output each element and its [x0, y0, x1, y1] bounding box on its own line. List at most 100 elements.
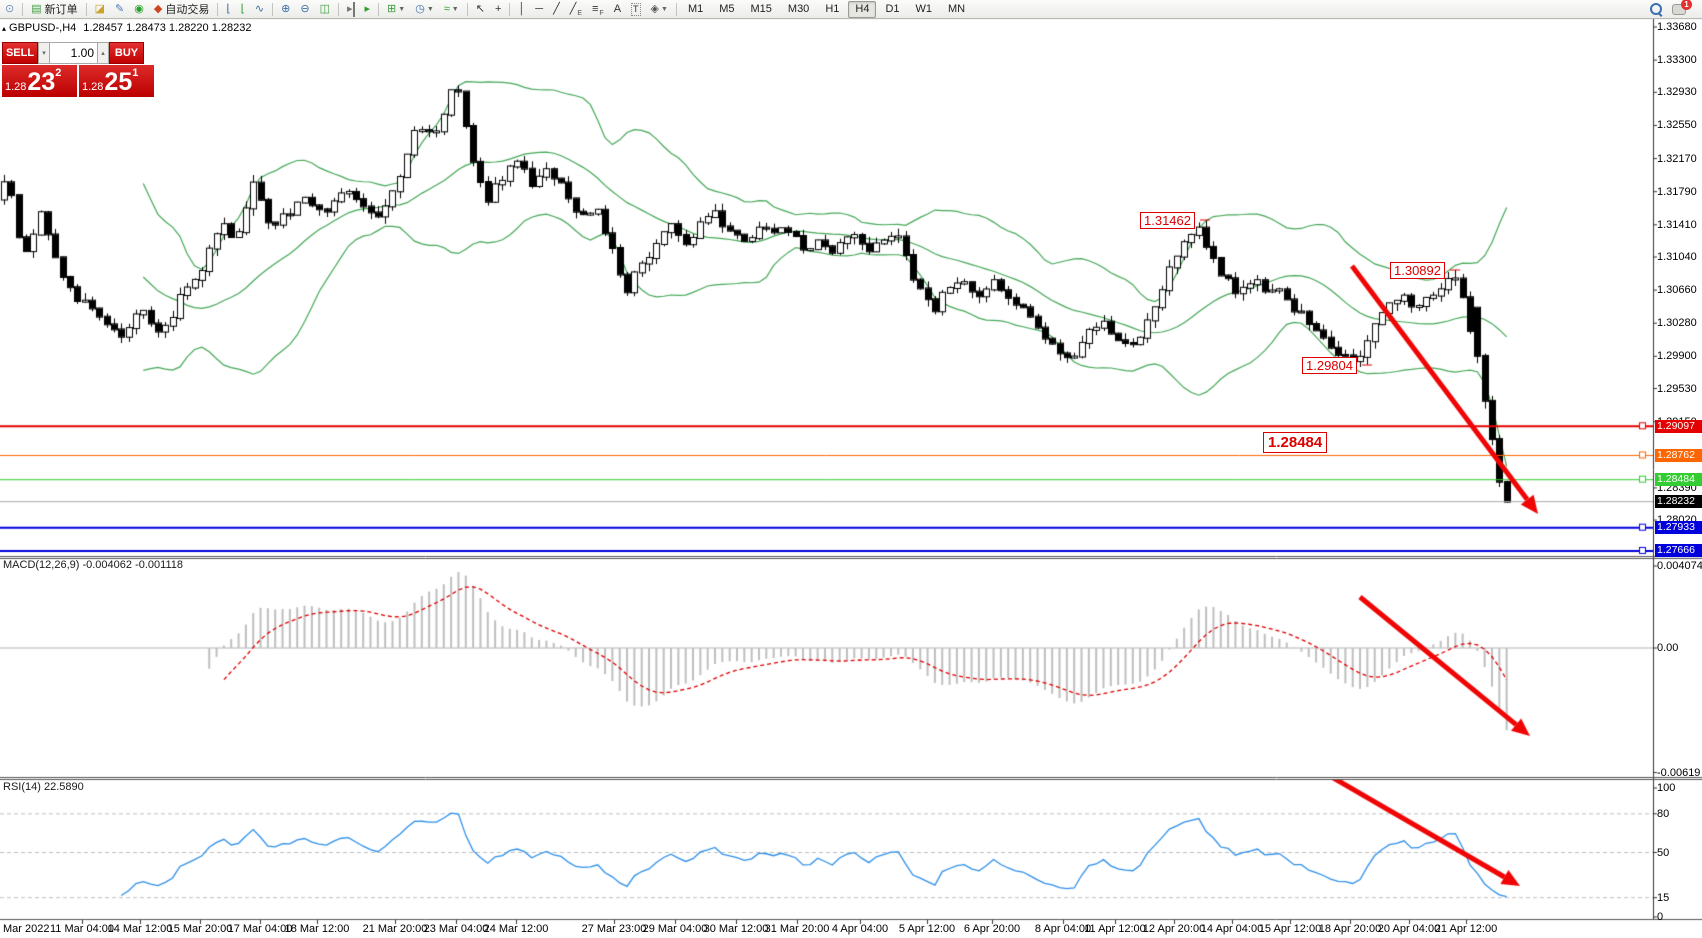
- new-order-button[interactable]: ▤新订单: [27, 0, 81, 18]
- timeframe-m15[interactable]: M15: [744, 1, 779, 18]
- periods-button[interactable]: ◷▼: [411, 0, 438, 18]
- auto-scroll-button[interactable]: ▸: [361, 0, 375, 18]
- timeframe-d1[interactable]: D1: [878, 1, 906, 18]
- price-tag: 1.27666: [1655, 544, 1702, 557]
- buy-price-display[interactable]: 1.28 25 1: [79, 65, 154, 97]
- rsi-axis-label: 0: [1657, 911, 1663, 923]
- horizontal-line-button[interactable]: ─: [531, 0, 547, 18]
- subwindow-marker[interactable]: ▴: [2, 24, 6, 33]
- macd-axis-label: -0.00619: [1657, 767, 1700, 779]
- price-axis-label: 1.29530: [1657, 383, 1697, 395]
- date-axis-label: 11 Apr 12:00: [1084, 923, 1146, 935]
- macd-axis-label: 0.00: [1657, 642, 1678, 654]
- macd-label: MACD(12,26,9) -0.004062 -0.001118: [3, 559, 183, 571]
- eraser-icon[interactable]: ◪: [91, 0, 109, 18]
- equidistant-channel-button[interactable]: ╱E: [566, 0, 586, 18]
- date-axis-label: Mar 2022: [3, 923, 49, 935]
- shapes-button[interactable]: ◈▼: [647, 0, 672, 18]
- crosshair-button[interactable]: +: [491, 0, 505, 18]
- rsi-axis-label: 80: [1657, 808, 1669, 820]
- timeframe-h1[interactable]: H1: [818, 1, 846, 18]
- sell-button[interactable]: SELL: [2, 42, 38, 64]
- candlestick-chart-icon[interactable]: ⌊: [237, 0, 249, 18]
- autotrading-button[interactable]: ◆自动交易: [150, 0, 213, 18]
- toolbar-left-group: ⊙▤新订单◪✎◉◆自动交易⌊⌊∿⊕⊖◫▸▸⊞▼◷▼≈▼↖+│─╱╱E≡FAT◈▼: [0, 0, 680, 18]
- date-axis-label: 5 Apr 12:00: [899, 923, 955, 935]
- sell-price-main: 23: [27, 71, 55, 94]
- signals-icon[interactable]: ◉: [130, 0, 148, 18]
- date-axis-label: 15 Mar 20:00: [168, 923, 233, 935]
- zoom-out-button[interactable]: ⊖: [296, 0, 313, 18]
- timeframe-toolbar: M1M5M15M30H1H4D1W1MN: [680, 0, 973, 18]
- chart-canvas[interactable]: [0, 0, 1702, 938]
- price-axis-label: 1.32170: [1657, 153, 1697, 165]
- price-axis-label: 1.31410: [1657, 219, 1697, 231]
- date-axis-label: 15 Apr 12:00: [1259, 923, 1321, 935]
- rsi-axis-label: 15: [1657, 892, 1669, 904]
- sell-price-prefix: 1.28: [5, 81, 26, 94]
- price-axis-label: 1.32550: [1657, 119, 1697, 131]
- sell-price-display[interactable]: 1.28 23 2: [2, 65, 77, 97]
- volume-decrease-button[interactable]: ▾: [38, 42, 50, 64]
- price-axis-label: 1.29900: [1657, 350, 1697, 362]
- price-axis-label: 1.30280: [1657, 317, 1697, 329]
- tile-windows-icon[interactable]: ◫: [316, 0, 334, 18]
- cursor-button[interactable]: ↖: [472, 0, 489, 18]
- price-callout: 1.29804: [1302, 357, 1357, 374]
- timeframe-h4[interactable]: H4: [848, 1, 876, 18]
- mt4-window: ⊙▤新订单◪✎◉◆自动交易⌊⌊∿⊕⊖◫▸▸⊞▼◷▼≈▼↖+│─╱╱E≡FAT◈▼…: [0, 0, 1702, 938]
- clipped-icon[interactable]: ⊙: [1, 0, 18, 18]
- community-icon[interactable]: ✎: [111, 0, 128, 18]
- date-axis-label: 27 Mar 23:00: [582, 923, 647, 935]
- price-tag: 1.29097: [1655, 420, 1702, 433]
- date-axis-label: 18 Apr 20:00: [1319, 923, 1381, 935]
- date-axis-label: 21 Mar 20:00: [363, 923, 428, 935]
- price-tag: 1.28232: [1655, 495, 1702, 508]
- line-chart-icon[interactable]: ∿: [251, 0, 268, 18]
- volume-increase-button[interactable]: ▴: [97, 42, 109, 64]
- timeframe-mn[interactable]: MN: [941, 1, 972, 18]
- price-callout: 1.30892: [1390, 262, 1445, 279]
- chart-symbol-period: GBPUSD-,H4: [9, 22, 76, 34]
- indicators-button[interactable]: ⊞▼: [383, 0, 409, 18]
- date-axis-label: 11 Mar 04:00: [50, 923, 114, 935]
- rsi-axis-label: 50: [1657, 847, 1669, 859]
- price-axis-label: 1.31790: [1657, 186, 1697, 198]
- one-click-trading-panel: SELL ▾ ▴ BUY 1.28 23 2 1.28 25 1: [2, 42, 154, 97]
- trendline-button[interactable]: ╱: [549, 0, 564, 18]
- text-button[interactable]: A: [610, 0, 625, 18]
- timeframe-m5[interactable]: M5: [712, 1, 741, 18]
- toolbar-right-group: 1: [1645, 0, 1702, 18]
- chart-ohlc-values: 1.28457 1.28473 1.28220 1.28232: [83, 22, 251, 34]
- date-axis-label: 21 Apr 12:00: [1435, 923, 1497, 935]
- date-axis-label: 23 Mar 04:00: [424, 923, 489, 935]
- buy-button[interactable]: BUY: [109, 42, 144, 64]
- date-axis-label: 4 Apr 04:00: [832, 923, 888, 935]
- date-axis-label: 17 Mar 04:00: [228, 923, 293, 935]
- timeframe-m30[interactable]: M30: [781, 1, 816, 18]
- price-axis-label: 1.31040: [1657, 251, 1697, 263]
- price-axis-label: 1.30660: [1657, 284, 1697, 296]
- price-axis-label: 1.33680: [1657, 21, 1697, 33]
- chart-shift-button[interactable]: ▸: [343, 0, 359, 18]
- chat-icon[interactable]: 1: [1668, 0, 1701, 18]
- rsi-label: RSI(14) 22.5890: [3, 781, 84, 793]
- buy-price-prefix: 1.28: [82, 81, 103, 94]
- date-axis-label: 14 Apr 04:00: [1201, 923, 1263, 935]
- text-label-button[interactable]: T: [627, 0, 645, 18]
- fibonacci-button[interactable]: ≡F: [588, 0, 608, 18]
- templates-button[interactable]: ≈▼: [440, 0, 463, 18]
- search-icon[interactable]: [1646, 0, 1666, 18]
- price-axis-label: 1.32930: [1657, 86, 1697, 98]
- notification-badge: 1: [1681, 0, 1692, 10]
- key-level-label: 1.28484: [1263, 432, 1327, 453]
- zoom-in-button[interactable]: ⊕: [277, 0, 294, 18]
- bar-chart-icon[interactable]: ⌊: [222, 0, 234, 18]
- timeframe-m1[interactable]: M1: [681, 1, 710, 18]
- date-axis-label: 8 Apr 04:00: [1035, 923, 1091, 935]
- volume-input[interactable]: [50, 42, 97, 64]
- vertical-line-button[interactable]: │: [514, 0, 529, 18]
- timeframe-w1[interactable]: W1: [909, 1, 940, 18]
- macd-axis-label: 0.004074: [1657, 560, 1702, 572]
- date-axis-label: 30 Mar 12:00: [704, 923, 769, 935]
